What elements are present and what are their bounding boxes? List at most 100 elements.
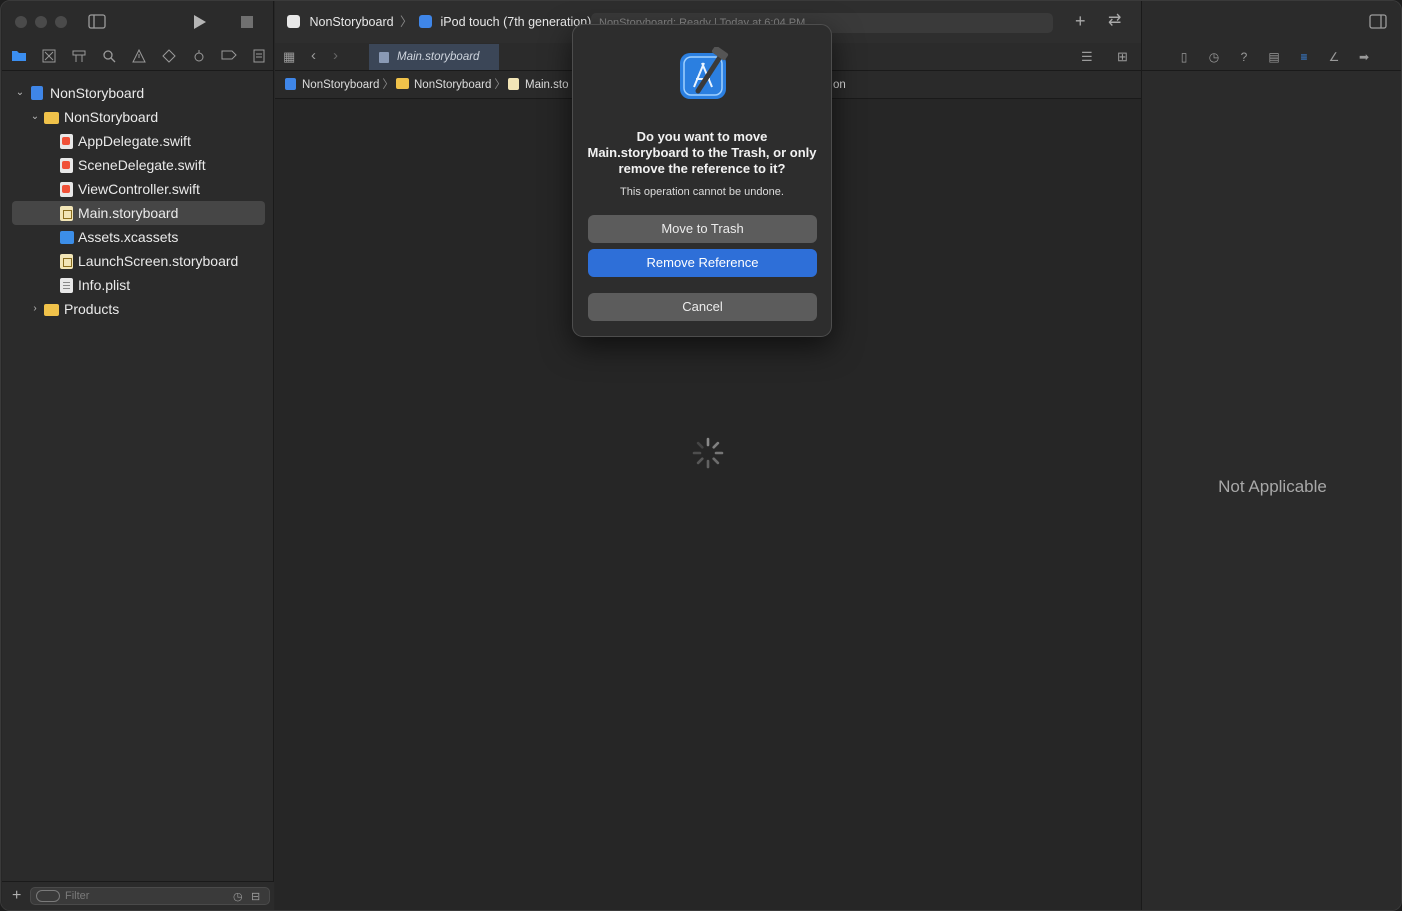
tree-label: AppDelegate.swift [78, 133, 191, 149]
filter-placeholder: Filter [65, 890, 90, 902]
device-icon [419, 15, 433, 28]
run-destination[interactable]: iPod touch (7th generation) [441, 15, 592, 29]
report-icon[interactable] [251, 49, 267, 65]
tree-row-file[interactable]: Info.plist [2, 273, 274, 297]
attributes-inspector-icon[interactable]: ≡ [1296, 49, 1312, 65]
assets-catalog-icon [60, 231, 74, 244]
dialog-subtitle: This operation cannot be undone. [620, 186, 784, 198]
tree-label: NonStoryboard [64, 109, 159, 125]
connections-inspector-icon[interactable]: ➡ [1356, 49, 1372, 65]
loading-spinner-icon [692, 437, 724, 469]
source-control-icon[interactable] [41, 49, 57, 65]
project-navigator: ⌄ NonStoryboard ⌄ NonStoryboard AppDeleg… [2, 1, 274, 910]
inspector-toggle-icon[interactable] [1369, 14, 1387, 33]
close-window-button[interactable] [15, 16, 27, 28]
remove-file-dialog: Do you want to move Main.storyboard to t… [572, 24, 832, 337]
file-inspector-icon[interactable]: ▯ [1176, 49, 1192, 65]
zoom-window-button[interactable] [55, 16, 67, 28]
scm-filter-icon[interactable]: ⊟ [251, 889, 260, 905]
breadcrumb-label: Main.sto [525, 79, 569, 91]
breadcrumb-folder[interactable]: NonStoryboard 〉 [396, 71, 506, 99]
grid-icon[interactable]: ▦ [283, 49, 295, 65]
quick-help-icon[interactable]: ? [1236, 49, 1252, 65]
folder-icon [44, 112, 59, 124]
storyboard-file-icon [379, 52, 389, 63]
tree-row-file[interactable]: ViewController.swift [2, 177, 274, 201]
file-tree: ⌄ NonStoryboard ⌄ NonStoryboard AppDeleg… [2, 81, 274, 321]
add-icon[interactable]: + [12, 888, 21, 904]
breadcrumb-project[interactable]: NonStoryboard 〉 [285, 71, 394, 99]
tree-label: NonStoryboard [50, 85, 145, 101]
folder-icon[interactable] [11, 49, 27, 65]
tree-row-project[interactable]: ⌄ NonStoryboard [2, 81, 274, 105]
chevron-right-icon: 〉 [400, 15, 413, 29]
debug-icon[interactable] [191, 49, 207, 65]
tree-row-file[interactable]: LaunchScreen.storyboard [2, 249, 274, 273]
project-icon [31, 86, 43, 100]
breadcrumb-label: NonStoryboard [302, 79, 380, 91]
inspector-tabs: ▯ ◷ ? ▤ ≡ ∠ ➡ [1142, 43, 1401, 71]
storyboard-file-icon [508, 78, 519, 90]
chevron-down-icon[interactable]: ⌄ [15, 81, 25, 105]
dialog-title: Do you want to move Main.storyboard to t… [587, 129, 817, 176]
chevron-right-icon: 〉 [382, 79, 394, 91]
tree-label: Main.storyboard [78, 205, 179, 221]
breadcrumb-scene[interactable]: on [833, 71, 846, 99]
run-icon[interactable] [193, 14, 207, 34]
recent-files-icon[interactable]: ◷ [233, 889, 243, 905]
forward-arrow-icon[interactable]: › [333, 48, 338, 64]
breadcrumb-file[interactable]: Main.sto [508, 71, 568, 99]
tree-row-folder[interactable]: ⌄ NonStoryboard [2, 105, 274, 129]
app-target-icon [287, 15, 300, 28]
stop-icon[interactable] [241, 16, 253, 32]
back-arrow-icon[interactable]: ‹ [311, 48, 316, 64]
tree-row-folder[interactable]: › Products [2, 297, 274, 321]
filter-options-icon[interactable] [36, 890, 60, 902]
cancel-button[interactable]: Cancel [588, 293, 817, 321]
tree-label: Assets.xcassets [78, 229, 179, 245]
swift-file-icon [60, 158, 73, 173]
library-add-icon[interactable]: + [1075, 12, 1086, 30]
tree-label: LaunchScreen.storyboard [78, 253, 239, 269]
plist-file-icon [60, 278, 73, 293]
storyboard-file-icon [60, 254, 73, 269]
breakpoint-icon[interactable] [221, 49, 237, 65]
tree-row-file-selected[interactable]: Main.storyboard [12, 201, 265, 225]
navigator-tabs [2, 43, 273, 71]
tree-label: SceneDelegate.swift [78, 157, 206, 173]
tree-row-file[interactable]: Assets.xcassets [2, 225, 274, 249]
scheme-name: NonStoryboard [309, 15, 394, 29]
find-icon[interactable] [101, 49, 117, 65]
project-icon [285, 78, 296, 90]
minimize-window-button[interactable] [35, 16, 47, 28]
tree-row-file[interactable]: AppDelegate.swift [2, 129, 274, 153]
tree-row-file[interactable]: SceneDelegate.swift [2, 153, 274, 177]
editor-options-icon[interactable]: ☰ [1081, 49, 1093, 65]
issue-icon[interactable] [131, 48, 147, 65]
tree-label: Products [64, 301, 120, 317]
xcode-window: ⌄ NonStoryboard ⌄ NonStoryboard AppDeleg… [0, 0, 1402, 911]
move-to-trash-button[interactable]: Move to Trash [588, 215, 817, 243]
tree-label: Info.plist [78, 277, 131, 293]
chevron-right-icon[interactable]: › [30, 297, 40, 321]
breadcrumb-label: on [833, 79, 846, 91]
tab-main-storyboard[interactable]: Main.storyboard [369, 44, 499, 70]
history-inspector-icon[interactable]: ◷ [1206, 49, 1222, 65]
symbol-icon[interactable] [71, 49, 87, 65]
identity-inspector-icon[interactable]: ▤ [1266, 49, 1282, 65]
folder-icon [396, 78, 409, 89]
sidebar-toggle-icon[interactable] [88, 14, 106, 33]
scheme-selector[interactable]: NonStoryboard 〉 iPod touch (7th generati… [287, 13, 591, 31]
tree-label: ViewController.swift [78, 181, 200, 197]
xcode-app-icon [680, 47, 729, 99]
test-icon[interactable] [161, 49, 177, 65]
chevron-down-icon[interactable]: ⌄ [30, 105, 40, 129]
size-inspector-icon[interactable]: ∠ [1326, 49, 1342, 65]
tab-label: Main.storyboard [397, 51, 480, 63]
swift-file-icon [60, 182, 73, 197]
filter-input[interactable]: Filter ◷ ⊟ [30, 887, 270, 905]
folder-icon [44, 304, 59, 316]
code-review-icon[interactable]: ⇄ [1108, 13, 1121, 29]
add-editor-icon[interactable]: ⊞ [1117, 49, 1128, 65]
remove-reference-button[interactable]: Remove Reference [588, 249, 817, 277]
